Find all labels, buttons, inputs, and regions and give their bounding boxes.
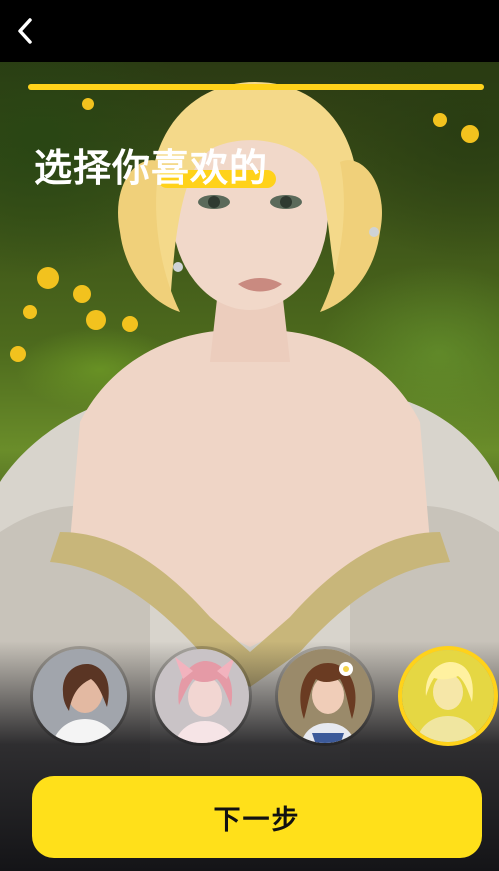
character-select-screen: 选择你喜欢的 下一步 [0, 0, 499, 871]
next-step-button[interactable]: 下一步 [32, 776, 482, 858]
progress-bar [28, 84, 484, 90]
character-avatar-4[interactable] [398, 646, 498, 746]
character-avatar-1[interactable] [30, 646, 130, 746]
avatar-4-image [402, 650, 494, 742]
avatar-1-image [33, 649, 127, 743]
page-title: 选择你喜欢的 [34, 146, 269, 190]
avatar-3-image [278, 649, 372, 743]
progress-bar-fill [28, 84, 484, 90]
character-avatar-row [30, 646, 499, 746]
back-button[interactable] [10, 14, 40, 48]
character-avatar-2[interactable] [152, 646, 252, 746]
chevron-left-icon [18, 18, 32, 44]
next-step-label: 下一步 [213, 804, 301, 836]
top-bar [0, 0, 499, 62]
avatar-2-image [155, 649, 249, 743]
character-avatar-3[interactable] [275, 646, 375, 746]
